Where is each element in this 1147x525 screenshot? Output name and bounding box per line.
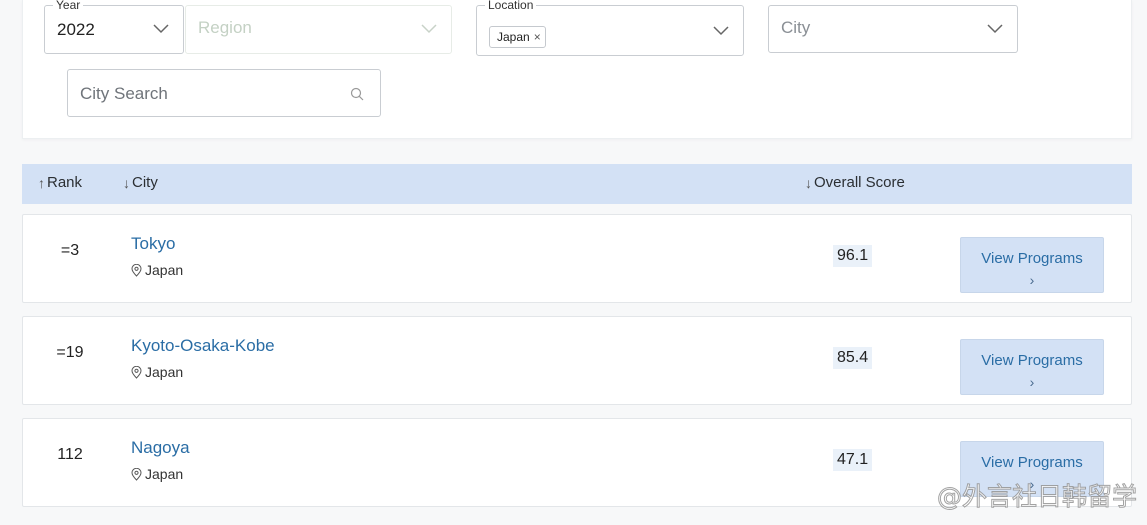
chevron-down-icon bbox=[153, 24, 169, 34]
city-link[interactable]: Kyoto-Osaka-Kobe bbox=[131, 336, 275, 356]
rank-header-label: Rank bbox=[47, 174, 83, 191]
city-link[interactable]: Tokyo bbox=[131, 234, 175, 254]
region-select[interactable]: Region bbox=[185, 5, 452, 54]
watermark: @外言社日韩留学 bbox=[936, 482, 1137, 512]
score-header[interactable]: ↓ Overall Score bbox=[805, 174, 905, 191]
search-icon[interactable] bbox=[350, 87, 364, 101]
table-row: =3 Tokyo Japan 96.1 View Programs › bbox=[22, 214, 1132, 303]
overall-score: 96.1 bbox=[833, 245, 873, 267]
chevron-right-icon: › bbox=[1029, 374, 1035, 390]
chevron-right-icon: › bbox=[1029, 272, 1035, 288]
location-select[interactable]: Location Japan × bbox=[476, 0, 744, 56]
rank-value: =19 bbox=[56, 344, 84, 361]
year-value: 2022 bbox=[57, 20, 95, 39]
rank-value: =3 bbox=[60, 242, 80, 259]
table-header: ↑ Rank ↓ City ↓ Overall Score bbox=[22, 164, 1132, 204]
city-link[interactable]: Nagoya bbox=[131, 438, 190, 458]
score-header-label: Overall Score bbox=[814, 174, 905, 191]
year-legend: Year bbox=[53, 0, 84, 12]
map-pin-icon bbox=[131, 467, 142, 481]
chevron-down-icon bbox=[713, 26, 729, 36]
view-programs-button[interactable]: View Programs › bbox=[960, 237, 1104, 293]
table-row: =19 Kyoto-Osaka-Kobe Japan 85.4 View Pro… bbox=[22, 316, 1132, 405]
location-chip: Japan × bbox=[489, 26, 546, 48]
chip-remove-icon[interactable]: × bbox=[534, 31, 541, 43]
location-legend: Location bbox=[485, 0, 537, 12]
city-select[interactable]: City bbox=[768, 5, 1018, 53]
city-location: Japan bbox=[131, 466, 183, 482]
location-chip-label: Japan bbox=[497, 30, 530, 44]
city-header-label: City bbox=[132, 174, 158, 191]
year-select[interactable]: Year 2022 bbox=[44, 0, 184, 54]
city-location: Japan bbox=[131, 262, 183, 278]
location-label: Japan bbox=[145, 466, 184, 482]
overall-score: 85.4 bbox=[833, 347, 873, 369]
chevron-down-icon bbox=[421, 24, 437, 34]
location-label: Japan bbox=[145, 364, 184, 380]
view-programs-button[interactable]: View Programs › bbox=[960, 339, 1104, 395]
map-pin-icon bbox=[131, 263, 142, 277]
view-programs-label: View Programs bbox=[981, 352, 1083, 369]
sort-down-icon: ↓ bbox=[805, 174, 812, 191]
overall-score: 47.1 bbox=[833, 449, 873, 471]
rank-value: 112 bbox=[57, 446, 83, 463]
map-pin-icon bbox=[131, 365, 142, 379]
chevron-down-icon bbox=[987, 24, 1003, 34]
location-label: Japan bbox=[145, 262, 184, 278]
city-header[interactable]: ↓ City bbox=[123, 174, 158, 191]
city-location: Japan bbox=[131, 364, 183, 380]
city-search-input[interactable] bbox=[80, 82, 340, 106]
city-search-box bbox=[67, 69, 381, 117]
view-programs-label: View Programs bbox=[981, 250, 1083, 267]
rank-header[interactable]: ↑ Rank bbox=[38, 174, 82, 191]
view-programs-label: View Programs bbox=[981, 454, 1083, 471]
sort-down-icon: ↓ bbox=[123, 174, 130, 191]
sort-up-icon: ↑ bbox=[38, 174, 45, 191]
city-placeholder: City bbox=[781, 18, 811, 37]
region-placeholder: Region bbox=[198, 18, 252, 37]
